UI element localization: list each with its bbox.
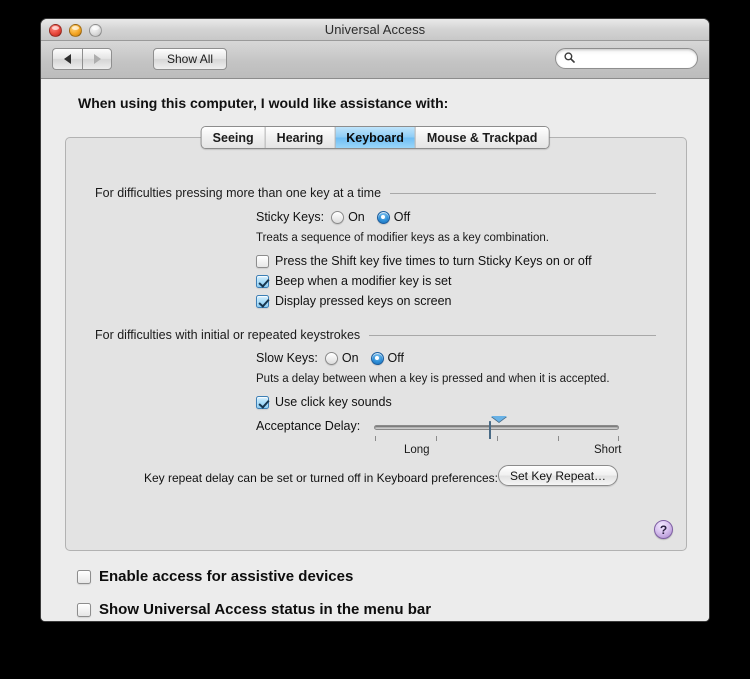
- search-icon: [564, 50, 575, 68]
- help-button[interactable]: ?: [654, 520, 673, 539]
- tab-mouse-trackpad[interactable]: Mouse & Trackpad: [415, 127, 549, 148]
- slider-max-label: Short: [594, 444, 622, 456]
- keyboard-pane: For difficulties pressing more than one …: [65, 137, 687, 551]
- preference-pane-body: When using this computer, I would like a…: [41, 79, 709, 621]
- slider-tick: [436, 436, 437, 441]
- slider-thumb[interactable]: [489, 416, 507, 439]
- search-field[interactable]: [555, 48, 698, 69]
- tab-keyboard[interactable]: Keyboard: [335, 127, 416, 148]
- slider-thumb-point: [491, 416, 507, 439]
- slider-tick: [618, 436, 619, 441]
- search-input[interactable]: [580, 52, 689, 65]
- enable-assistive-devices-label: Enable access for assistive devices: [99, 568, 354, 585]
- title-bar: Universal Access: [41, 19, 709, 41]
- forward-arrow-icon: [93, 54, 101, 64]
- back-button[interactable]: [52, 48, 82, 70]
- checkbox-icon[interactable]: [77, 603, 91, 617]
- show-status-menu-bar-row: Show Universal Access status in the menu…: [77, 601, 432, 618]
- intro-label: When using this computer, I would like a…: [78, 95, 449, 111]
- slider-tick: [558, 436, 559, 441]
- acceptance-delay-label: Acceptance Delay:: [256, 419, 361, 433]
- set-key-repeat-button[interactable]: Set Key Repeat…: [498, 465, 619, 486]
- toolbar: Show All: [41, 41, 709, 79]
- slider-min-label: Long: [404, 444, 430, 456]
- checkbox-icon[interactable]: [77, 570, 91, 584]
- tab-seeing[interactable]: Seeing: [201, 127, 266, 148]
- show-all-button[interactable]: Show All: [153, 48, 228, 70]
- tab-hearing[interactable]: Hearing: [265, 127, 336, 148]
- preferences-window: Universal Access Show All When using thi…: [40, 18, 710, 622]
- key-repeat-note: Key repeat delay can be set or turned of…: [144, 471, 498, 485]
- forward-button: [82, 48, 112, 70]
- enable-assistive-devices-row: Enable access for assistive devices: [77, 568, 354, 585]
- tab-bar: Seeing Hearing Keyboard Mouse & Trackpad: [200, 126, 550, 149]
- window-title: Universal Access: [324, 22, 426, 37]
- acceptance-delay-slider[interactable]: Acceptance Delay: Long Short: [66, 138, 686, 550]
- back-arrow-icon: [64, 54, 71, 64]
- slider-tick: [375, 436, 376, 441]
- show-status-menu-bar-label: Show Universal Access status in the menu…: [99, 601, 432, 618]
- navigation-buttons: [52, 48, 112, 70]
